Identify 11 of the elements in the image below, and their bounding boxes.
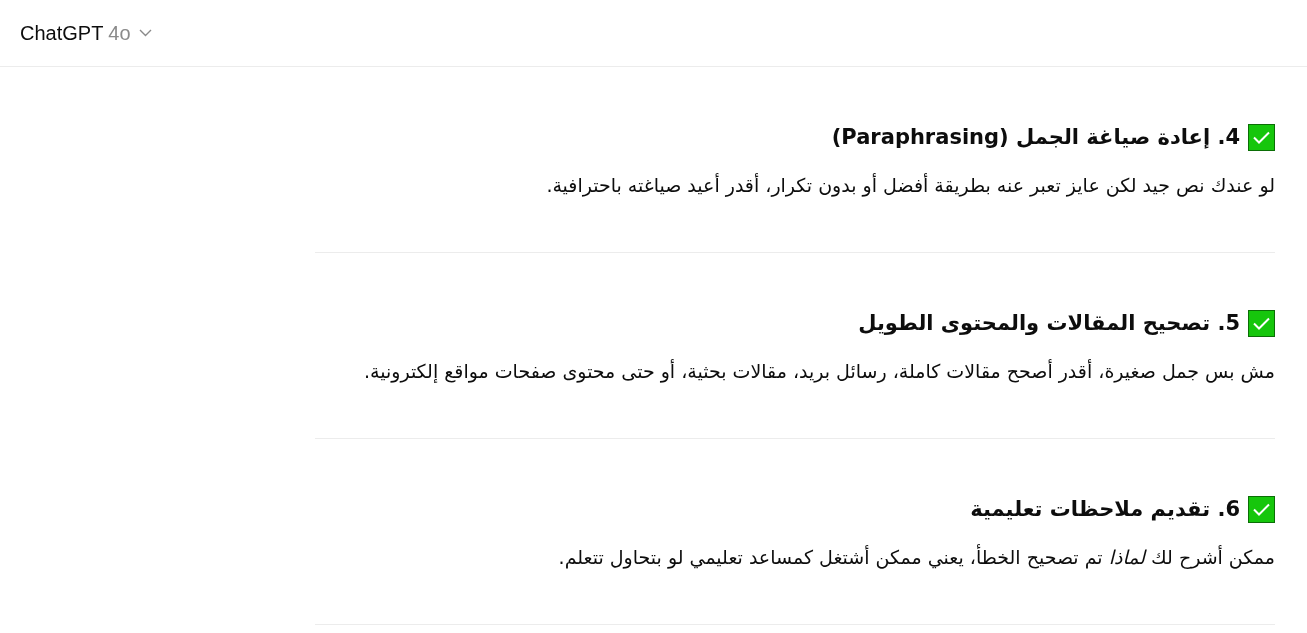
section-paragraph: لو عندك نص جيد لكن عايز تعبر عنه بطريقة أفضل أو بدون تكرار، أقدر أعيد صياغته باحترافية. [545, 172, 1275, 199]
section-heading: 6. تقديم ملاحظات تعليمية [970, 496, 1240, 523]
section-heading: 5. تصحيح المقالات والمحتوى الطويل [858, 310, 1240, 337]
section-paragraph: ممكن أشرح لك لماذا تم تصحيح الخطأ، يعني ممكن أشتغل كمساعد تعليمي لو بتحاول تتعلم. [557, 543, 1275, 571]
checkmark-icon [1248, 309, 1275, 337]
chevron-down-icon [138, 29, 152, 37]
section-paragraph: مش بس جمل صغيرة، أقدر أصحح مقالات كاملة، رسائل بريد، مقالات بحثية، أو حتى محتوى صفحات مواقع إلكترونية. [362, 358, 1275, 385]
checkmark-icon [1248, 123, 1275, 151]
checkmark-icon [1248, 495, 1275, 523]
model-selector[interactable]: ChatGPT 4o [20, 19, 152, 47]
section-heading: 4. إعادة صياغة الجمل (Paraphrasing) [831, 124, 1240, 151]
